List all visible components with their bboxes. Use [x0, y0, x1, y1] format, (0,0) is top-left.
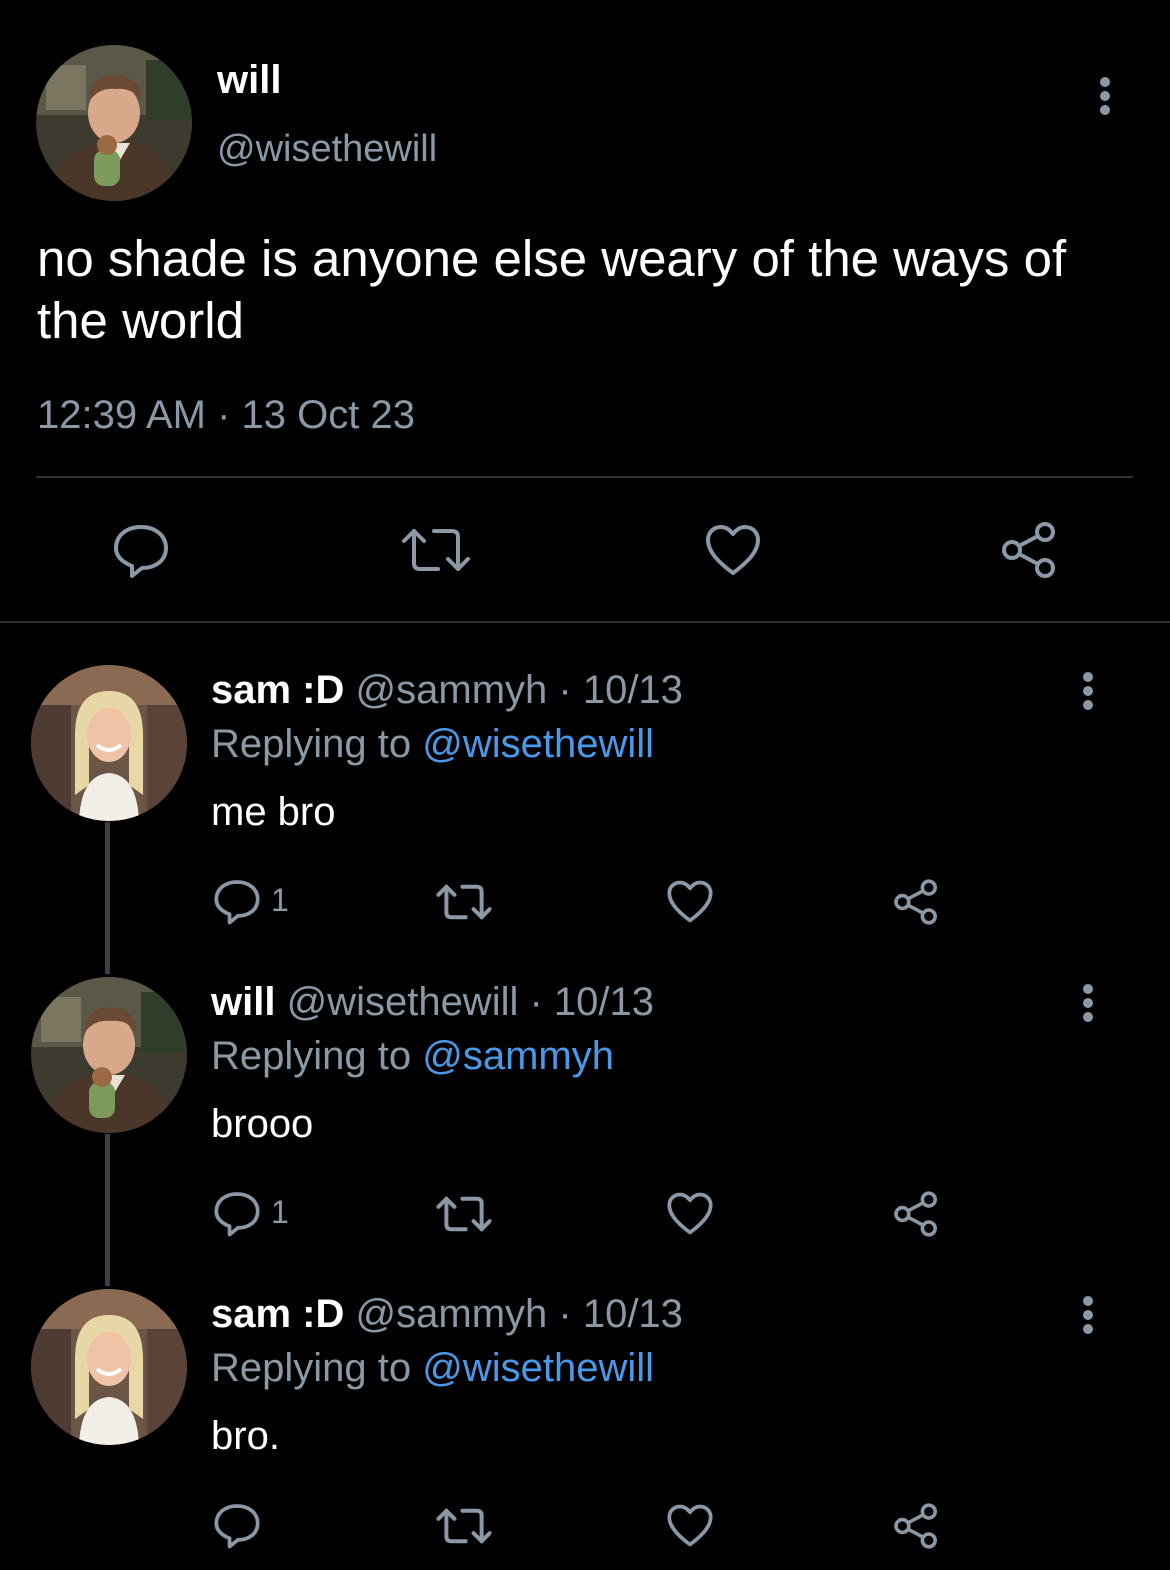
share-icon[interactable]	[1000, 520, 1058, 580]
reply-author-name[interactable]: sam :D	[211, 668, 344, 712]
thread-line	[105, 822, 110, 974]
divider	[36, 476, 1133, 478]
reply-text: bro.	[211, 1414, 280, 1458]
replying-to-handle-link[interactable]: @sammyh	[422, 1034, 614, 1078]
tweet-timestamp: 12:39 AM · 13 Oct 23	[37, 393, 415, 437]
reply-icon[interactable]	[213, 1501, 261, 1549]
reply-header: sam :D @sammyh · 10/13	[211, 1292, 683, 1337]
reply-date: · 10/13	[529, 980, 655, 1024]
reply-text: me bro	[211, 790, 336, 834]
replying-to-line: Replying to @wisethewill	[211, 722, 654, 767]
retweet-icon[interactable]	[435, 882, 493, 922]
reply-author-handle[interactable]: @sammyh	[356, 668, 548, 712]
reply-count: 1	[271, 1194, 289, 1230]
reply-header: will @wisethewill · 10/13	[211, 980, 654, 1025]
reply-icon[interactable]	[213, 877, 261, 925]
avatar[interactable]	[31, 665, 187, 821]
retweet-icon[interactable]	[435, 1194, 493, 1234]
more-options-icon[interactable]	[1082, 984, 1094, 1022]
replying-to-line: Replying to @wisethewill	[211, 1346, 654, 1391]
avatar[interactable]	[31, 1289, 187, 1445]
share-icon[interactable]	[892, 1502, 940, 1550]
avatar[interactable]	[36, 45, 192, 201]
more-options-icon[interactable]	[1082, 1296, 1094, 1334]
reply-icon[interactable]	[213, 1189, 261, 1237]
reply-author-handle[interactable]: @wisethewill	[287, 980, 519, 1024]
reply-date: · 10/13	[558, 668, 683, 712]
reply-icon[interactable]	[112, 522, 170, 578]
like-icon[interactable]	[666, 1191, 714, 1236]
retweet-icon[interactable]	[400, 525, 472, 575]
reply-header: sam :D @sammyh · 10/13	[211, 668, 683, 713]
replying-to-line: Replying to @sammyh	[211, 1034, 614, 1079]
reply-count: 1	[271, 882, 289, 918]
thread-line	[105, 1134, 110, 1286]
author-handle[interactable]: @wisethewill	[217, 128, 437, 171]
replying-to-label: Replying to	[211, 722, 412, 766]
share-icon[interactable]	[892, 878, 940, 926]
like-icon[interactable]	[666, 1503, 714, 1548]
reply-author-name[interactable]: sam :D	[211, 1292, 344, 1336]
reply-author-handle[interactable]: @sammyh	[356, 1292, 548, 1336]
reply-date: · 10/13	[558, 1292, 683, 1336]
like-icon[interactable]	[666, 879, 714, 924]
more-options-icon[interactable]	[1099, 77, 1111, 115]
like-icon[interactable]	[704, 523, 762, 577]
tweet-text: no shade is anyone else weary of the way…	[37, 230, 1067, 349]
author-name[interactable]: will	[217, 58, 281, 103]
avatar[interactable]	[31, 977, 187, 1133]
reply-author-name[interactable]: will	[211, 980, 275, 1024]
replying-to-handle-link[interactable]: @wisethewill	[422, 722, 654, 766]
replying-to-label: Replying to	[211, 1034, 412, 1078]
section-divider	[0, 621, 1170, 623]
more-options-icon[interactable]	[1082, 672, 1094, 710]
share-icon[interactable]	[892, 1190, 940, 1238]
replying-to-label: Replying to	[211, 1346, 412, 1390]
reply-text: brooo	[211, 1102, 314, 1146]
retweet-icon[interactable]	[435, 1506, 493, 1546]
replying-to-handle-link[interactable]: @wisethewill	[422, 1346, 654, 1390]
